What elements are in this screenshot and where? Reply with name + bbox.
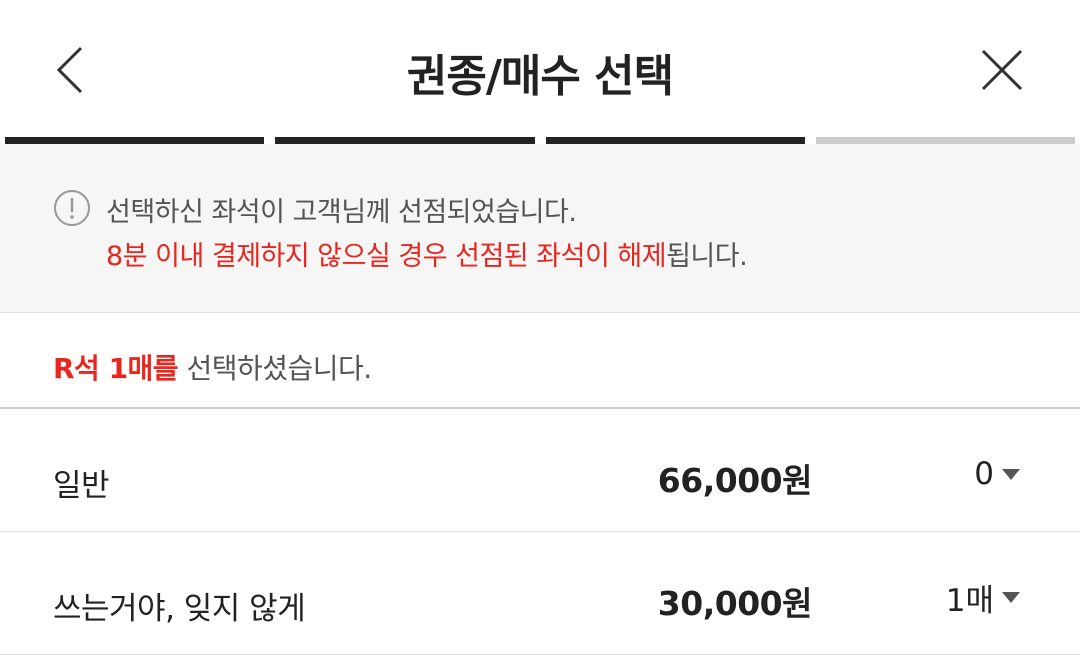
ticket-price: 66,000원 — [657, 461, 813, 500]
selection-summary-text: R석 1매를 선택하셨습니다. — [53, 347, 372, 387]
selection-summary: R석 1매를 선택하셨습니다. — [0, 313, 1080, 409]
info-circle-icon — [54, 190, 90, 226]
ticket-type-name: 일반 — [53, 468, 110, 504]
notice-warning-rest: 됩니다. — [666, 241, 748, 272]
ticket-row: 쓰는거야, 잊지 않게 30,000원 1매 — [0, 533, 1080, 655]
progress-step — [815, 137, 1075, 144]
progress-step — [275, 137, 535, 144]
caret-down-icon — [1002, 468, 1020, 480]
notice-warning-highlight: 8분 이내 결제하지 않으실 경우 선점된 좌석이 해제 — [106, 241, 667, 272]
notice-warning: 8분 이내 결제하지 않으실 경우 선점된 좌석이 해제됩니다. — [106, 234, 748, 273]
quantity-select[interactable]: 0 — [974, 454, 1020, 494]
progress-step — [5, 137, 265, 144]
ticket-row: 일반 66,000원 0 — [0, 410, 1080, 532]
ticket-price: 30,000원 — [657, 584, 813, 623]
quantity-value: 1매 — [945, 582, 994, 619]
close-button[interactable] — [972, 38, 1032, 102]
close-icon — [981, 49, 1023, 91]
caret-down-icon — [1002, 591, 1020, 603]
page-title: 권종/매수 선택 — [406, 51, 674, 102]
quantity-select[interactable]: 1매 — [945, 577, 1020, 619]
quantity-value: 0 — [974, 456, 994, 492]
progress-step — [545, 137, 805, 144]
hold-notice: 선택하신 좌석이 고객님께 선점되었습니다. 8분 이내 결제하지 않으실 경우… — [0, 144, 1080, 313]
selection-rest: 선택하셨습니다. — [178, 352, 372, 385]
ticket-type-name: 쓰는거야, 잊지 않게 — [53, 591, 306, 627]
notice-text: 선택하신 좌석이 고객님께 선점되었습니다. — [106, 197, 577, 228]
progress-steps — [5, 137, 1075, 144]
selection-highlight: R석 1매를 — [53, 352, 179, 385]
header: 권종/매수 선택 — [0, 0, 1080, 135]
